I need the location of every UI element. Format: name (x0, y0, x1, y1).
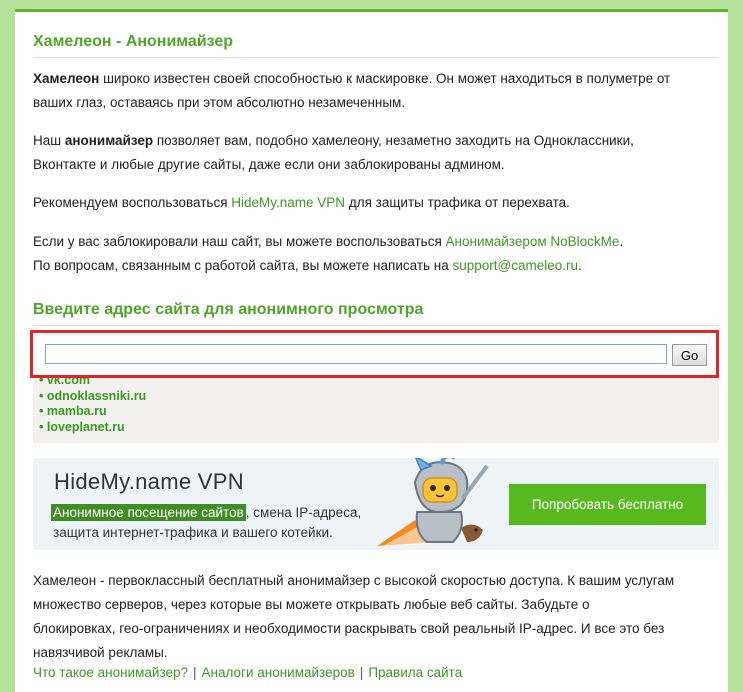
intro-paragraph-3: Рекомендуем воспользоваться HideMy.name … (33, 191, 719, 215)
footer-separator: | (359, 665, 364, 680)
intro-text: для защиты трафика от перехвата. (345, 195, 570, 210)
intro-text: широко известен своей способностью к мас… (99, 71, 671, 86)
intro-paragraph-1: Хамелеон широко известен своей способнос… (33, 67, 719, 115)
content-panel: Хамелеон - Анонимайзер Хамелеон широко и… (15, 9, 728, 692)
site-link-mamba[interactable]: mamba.ru (47, 404, 107, 418)
intro-text: Наш (33, 133, 65, 148)
banner-title: HideMy.name VPN (54, 469, 244, 494)
anonymizer-alternatives-link[interactable]: Аналоги анонимайзеров (202, 665, 355, 680)
url-input[interactable] (45, 344, 667, 364)
support-email-link[interactable]: support@cameleo.ru (453, 258, 579, 273)
description-line: Хамелеон - первоклассный бесплатный анон… (33, 573, 675, 588)
banner-text: , смена IP-адреса, (245, 505, 362, 520)
form-divider (33, 325, 719, 326)
list-item[interactable]: odnoklassniki.ru (39, 389, 146, 405)
intro-paragraph-2: Наш анонимайзер позволяет вам, подобно х… (33, 129, 719, 177)
url-form-highlight: Go (30, 330, 719, 378)
footer-links: Что такое анонимайзер? | Аналоги анонимайз… (33, 665, 462, 680)
intro-text: . (619, 234, 624, 249)
intro-text: Рекомендуем воспользоваться (33, 195, 232, 210)
description-paragraph: Хамелеон - первоклассный бесплатный анон… (33, 569, 719, 665)
page-title: Хамелеон - Анонимайзер (33, 33, 234, 50)
intro-bold-name: Хамелеон (33, 71, 100, 86)
banner-line-2: защита интернет-трафика и вашего котейки… (53, 525, 333, 540)
list-item[interactable]: loveplanet.ru (39, 420, 146, 436)
intro-text: Вконтакте и любые другие сайты, даже есл… (33, 157, 505, 172)
intro-text: ваших глаз, оставаясь при этом абсолютно… (33, 95, 406, 110)
knight-cat-mascot-icon (377, 458, 489, 546)
description-line: блокировках, гео-ограничениях и необходи… (33, 621, 665, 636)
go-button[interactable]: Go (672, 344, 707, 366)
description-line: навязчивой рекламы. (33, 645, 168, 660)
site-link-odnoklassniki[interactable]: odnoklassniki.ru (47, 389, 146, 403)
title-divider (33, 57, 719, 58)
form-title: Введите адрес сайта для анонимного просм… (33, 301, 424, 318)
banner-highlight: Анонимное посещение сайтов (51, 504, 246, 521)
description-line: множество серверов, через которые вы мож… (33, 597, 590, 612)
footer-separator: | (193, 665, 197, 680)
intro-bold-anonymizer: анонимайзер (64, 133, 154, 148)
intro-text: позволяет вам, подобно хамелеону, незаме… (153, 133, 634, 148)
list-item[interactable]: mamba.ru (39, 404, 146, 420)
site-rules-link[interactable]: Правила сайта (368, 665, 462, 680)
intro-text: . (578, 258, 582, 273)
vpn-banner[interactable]: HideMy.name VPN Анонимное посещение сайт… (33, 458, 719, 550)
noblockme-link[interactable]: Анонимайзером NoBlockMe (446, 234, 620, 249)
intro-text: По вопросам, связанным с работой сайта, … (33, 258, 453, 273)
hidemy-vpn-link[interactable]: HideMy.name VPN (231, 195, 345, 210)
intro-paragraph-4: Если у вас заблокировали наш сайт, вы мо… (33, 230, 719, 278)
what-is-anonymizer-link[interactable]: Что такое анонимайзер? (33, 665, 188, 680)
quick-site-list: vk.com odnoklassniki.ru mamba.ru lovepla… (39, 373, 146, 435)
intro-text: Если у вас заблокировали наш сайт, вы мо… (33, 234, 446, 249)
site-link-loveplanet[interactable]: loveplanet.ru (47, 420, 125, 434)
try-free-button[interactable]: Попробовать бесплатно (509, 484, 706, 525)
banner-line-1: Анонимное посещение сайтов, смена IP-адр… (51, 504, 362, 521)
